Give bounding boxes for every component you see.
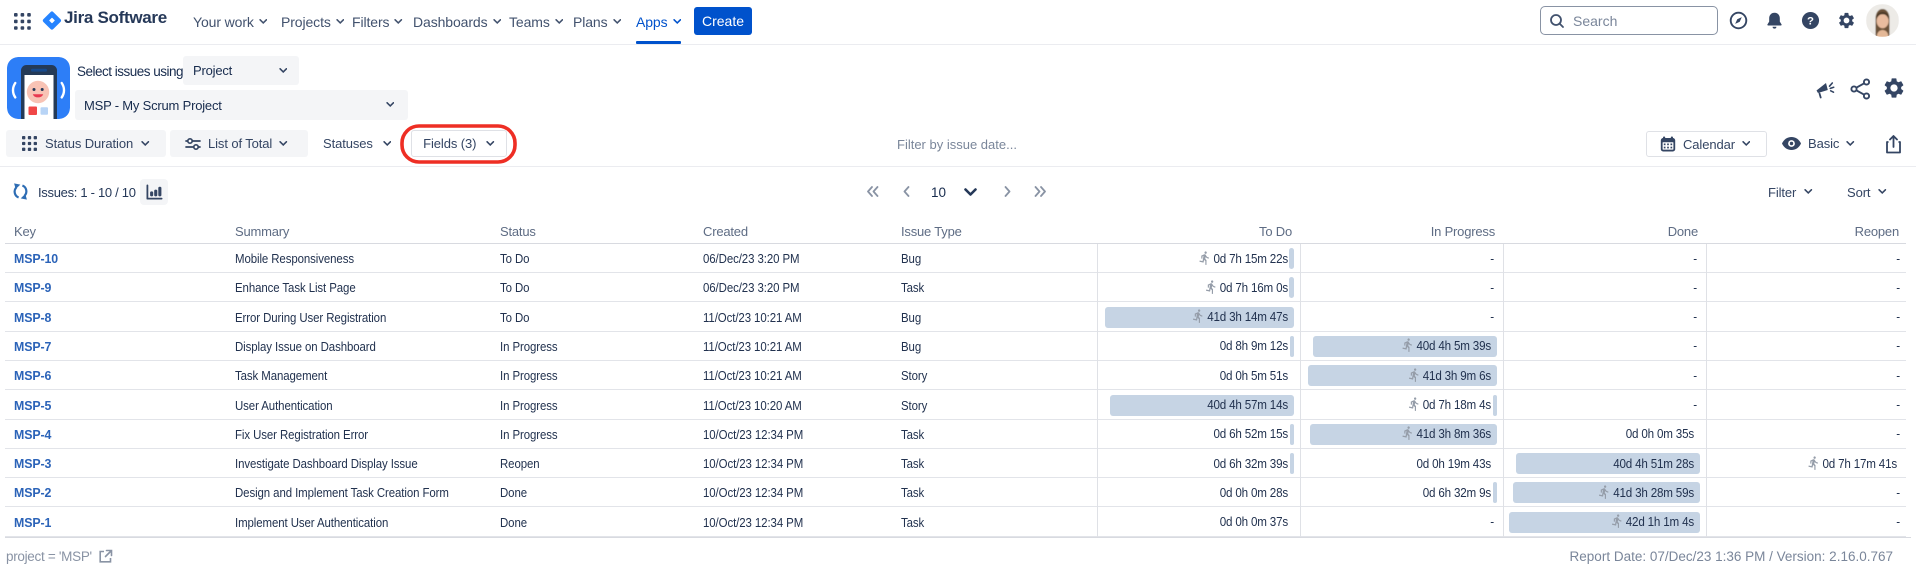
svg-text:?: ? <box>1807 16 1814 28</box>
